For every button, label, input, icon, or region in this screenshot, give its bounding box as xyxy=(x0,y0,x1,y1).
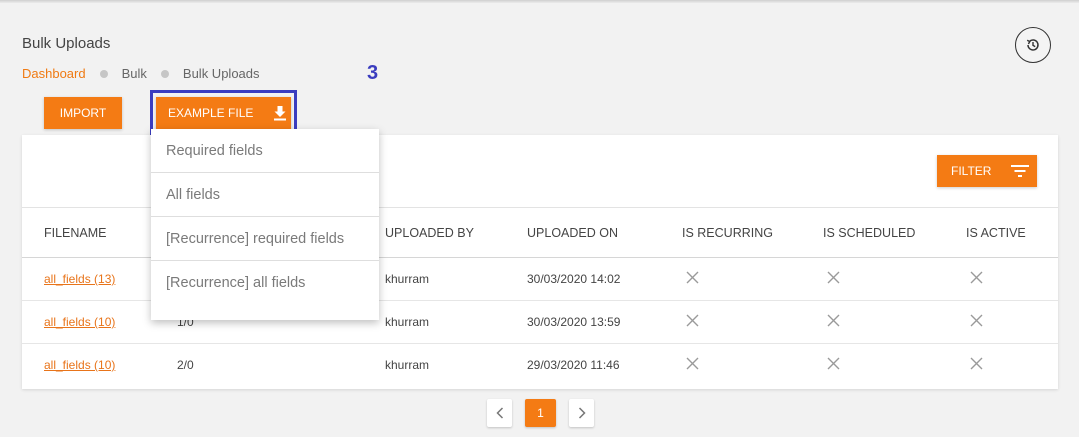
history-button[interactable] xyxy=(1015,27,1051,63)
page-title: Bulk Uploads xyxy=(22,35,111,52)
x-icon xyxy=(686,271,699,284)
table-row: all_fields (10) 2/0 khurram 29/03/2020 1… xyxy=(22,344,1058,387)
column-header-filename[interactable]: FILENAME xyxy=(44,226,107,240)
uploaded-on-cell: 30/03/2020 13:59 xyxy=(527,315,621,329)
status-cell: 2/0 xyxy=(177,358,194,372)
next-page-button[interactable] xyxy=(569,399,594,427)
x-icon xyxy=(827,271,840,284)
column-header-uploaded-on[interactable]: UPLOADED ON xyxy=(527,226,618,240)
column-header-is-active[interactable]: IS ACTIVE xyxy=(966,226,1026,240)
top-divider xyxy=(0,0,1079,3)
filename-link[interactable]: all_fields (10) xyxy=(44,358,115,372)
x-icon xyxy=(686,357,699,370)
column-header-is-scheduled[interactable]: IS SCHEDULED xyxy=(823,226,915,240)
breadcrumb: Dashboard Bulk Bulk Uploads xyxy=(22,66,260,81)
breadcrumb-bulk: Bulk xyxy=(121,66,147,81)
breadcrumb-separator xyxy=(160,69,169,78)
breadcrumb-dashboard[interactable]: Dashboard xyxy=(22,66,86,81)
filename-link[interactable]: all_fields (10) xyxy=(44,315,115,329)
example-file-label: EXAMPLE FILE xyxy=(168,106,254,120)
breadcrumb-bulk-uploads: Bulk Uploads xyxy=(182,66,260,81)
uploaded-on-cell: 29/03/2020 11:46 xyxy=(527,358,620,372)
pagination: 1 xyxy=(487,399,594,427)
filter-label: FILTER xyxy=(951,164,992,178)
history-icon xyxy=(1026,39,1039,51)
filename-link[interactable]: all_fields (13) xyxy=(44,272,115,286)
example-file-button[interactable]: EXAMPLE FILE xyxy=(156,97,291,129)
uploaded-by-cell: khurram xyxy=(385,358,430,372)
column-header-uploaded-by[interactable]: UPLOADED BY xyxy=(385,226,474,240)
x-icon xyxy=(970,314,983,327)
uploaded-by-cell: khurram xyxy=(385,272,430,286)
filter-icon xyxy=(1011,165,1030,177)
import-label: IMPORT xyxy=(59,106,107,120)
example-file-dropdown: Required fields All fields [Recurrence] … xyxy=(151,129,379,320)
x-icon xyxy=(970,357,983,370)
import-button[interactable]: IMPORT xyxy=(44,97,122,129)
dropdown-item-recurrence-all-fields[interactable]: [Recurrence] all fields xyxy=(151,261,379,305)
x-icon xyxy=(686,314,699,327)
page-button-current[interactable]: 1 xyxy=(525,399,556,427)
chevron-left-icon xyxy=(495,407,503,419)
prev-page-button[interactable] xyxy=(487,399,512,427)
column-header-is-recurring[interactable]: IS RECURRING xyxy=(682,226,773,240)
dropdown-item-recurrence-required-fields[interactable]: [Recurrence] required fields xyxy=(151,217,379,261)
dropdown-item-required-fields[interactable]: Required fields xyxy=(151,129,379,173)
step-annotation: 3 xyxy=(367,62,379,84)
x-icon xyxy=(970,271,983,284)
chevron-right-icon xyxy=(578,407,586,419)
x-icon xyxy=(827,357,840,370)
download-icon xyxy=(274,106,287,121)
uploaded-by-cell: khurram xyxy=(385,315,430,329)
x-icon xyxy=(827,314,840,327)
breadcrumb-separator xyxy=(99,69,108,78)
uploaded-on-cell: 30/03/2020 14:02 xyxy=(527,272,621,286)
dropdown-item-all-fields[interactable]: All fields xyxy=(151,173,379,217)
filter-button[interactable]: FILTER xyxy=(937,155,1037,187)
